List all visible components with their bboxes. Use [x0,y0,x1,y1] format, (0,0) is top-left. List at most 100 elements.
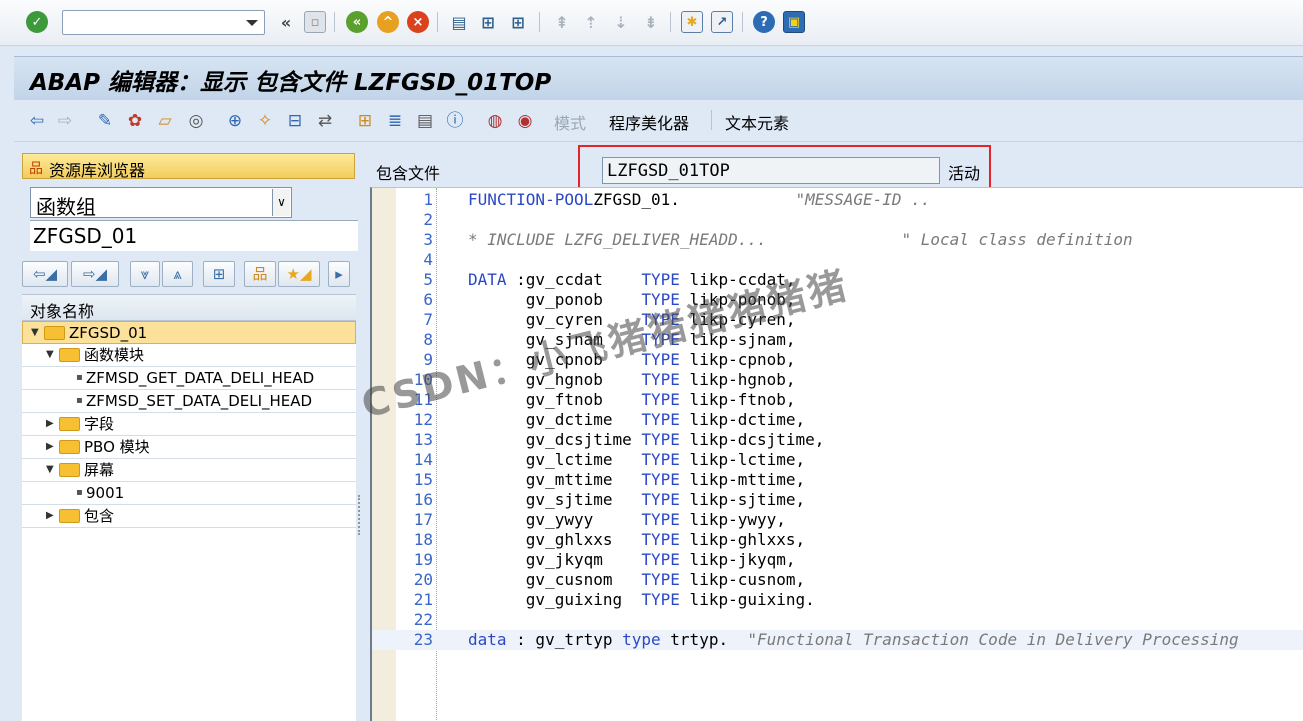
test-icon[interactable]: ⊟ [284,110,306,132]
other-object-icon[interactable]: ✿ [124,110,146,132]
list-icon[interactable]: ▤ [414,110,436,132]
code-line[interactable]: 20 gv_cusnom TYPE likp-cusnom, [372,570,1303,590]
shortcut-icon[interactable]: ↗ [711,11,733,33]
collapse-all-icon[interactable]: ⩔ [130,261,160,287]
include-label: 包含文件 [376,164,441,183]
collapse-toggle-icon[interactable]: ▼ [31,322,39,344]
customize-layout-icon[interactable]: ▣ [783,11,805,33]
tree-node[interactable]: ▪ ZFMSD_GET_DATA_DELI_HEAD [22,367,356,390]
external-breakpoint-icon[interactable]: ◉ [514,110,536,132]
breakpoint-icon[interactable]: ◍ [484,110,506,132]
code-comment: * INCLUDE LZFG_DELIVER_HEADD... " Local … [468,230,1133,249]
activate-icon[interactable]: ✧ [254,110,276,132]
first-page-icon[interactable]: ⇞ [551,11,573,33]
folder-icon [59,440,80,454]
collapse-icon[interactable]: « [275,11,297,33]
last-page-icon[interactable]: ⇟ [640,11,662,33]
stack-icon[interactable]: ≣ [384,110,406,132]
expand-toggle-icon[interactable]: ▶ [46,413,54,435]
tree-node[interactable]: ▪ ZFMSD_SET_DATA_DELI_HEAD [22,390,356,413]
find-icon[interactable]: ⊞ [203,261,235,287]
tree-node[interactable]: ▼ 屏幕 [22,459,356,482]
collapse-toggle-icon[interactable]: ▼ [46,344,54,366]
object-name-input[interactable]: ZFGSD_01 [30,220,358,251]
previous-object-button[interactable]: ⇦◢ [22,261,68,287]
prev-page-icon[interactable]: ⇡ [580,11,602,33]
code-line[interactable]: 23 data : gv_trtyp type trtyp. "Functiona… [372,630,1303,650]
expand-all-icon[interactable]: ⩓ [162,261,193,287]
code-line[interactable]: 21 gv_guixing TYPE likp-guixing. [372,590,1303,610]
splitter-handle[interactable] [358,495,362,535]
find-icon[interactable]: ⊞ [477,11,499,33]
chevron-down-icon[interactable]: ∨ [272,189,290,216]
enter-check-icon[interactable]: ✓ [26,11,48,33]
favorites-icon[interactable]: ★◢ [278,261,320,287]
collapse-toggle-icon[interactable]: ▼ [46,459,54,481]
tree-node[interactable]: ▶ PBO 模块 [22,436,356,459]
code-line[interactable]: 14 gv_lctime TYPE likp-lctime, [372,450,1303,470]
tree-node[interactable]: ▶ 包含 [22,505,356,528]
create-session-icon[interactable]: ✱ [681,11,703,33]
object-type-select[interactable]: 函数组 ∨ [30,187,292,219]
tree-node[interactable]: ▼ ZFGSD_01 [22,321,356,344]
tree-node[interactable]: ▶ 字段 [22,413,356,436]
chevron-down-icon[interactable] [246,20,258,26]
find-next-icon[interactable]: ⊞ [507,11,529,33]
code-line[interactable]: 1 FUNCTION-POOLZFGSD_01. "MESSAGE-ID .. [372,190,1303,210]
exit-icon[interactable]: ^ [377,11,399,33]
display-change-icon[interactable]: ✎ [94,110,116,132]
command-field[interactable] [62,10,265,35]
code-keyword: TYPE [641,570,680,589]
save-icon[interactable]: ▫ [304,11,326,33]
expand-toggle-icon[interactable]: ▶ [46,436,54,458]
tree-node[interactable]: ▪ 9001 [22,482,356,505]
code-line[interactable]: 4 [372,250,1303,270]
code-line[interactable]: 5 DATA :gv_ccdat TYPE likp-ccdat, [372,270,1303,290]
tree-node[interactable]: ▼ 函数模块 [22,344,356,367]
code-line[interactable]: 18 gv_ghlxxs TYPE likp-ghlxxs, [372,530,1303,550]
code-keyword: TYPE [641,350,680,369]
info-icon[interactable]: ⓘ [444,110,466,132]
next-page-icon[interactable]: ⇣ [610,11,632,33]
forward-arrow-icon[interactable]: ⇨ [54,110,76,132]
code-line[interactable]: 19 gv_jkyqm TYPE likp-jkyqm, [372,550,1303,570]
code-text: gv_ftnob TYPE likp-ftnob, [468,390,796,410]
pretty-printer-button[interactable]: 程序美化器 [609,110,689,134]
code-line[interactable]: 12 gv_dctime TYPE likp-dctime, [372,410,1303,430]
code-line[interactable]: 6 gv_ponob TYPE likp-ponob, [372,290,1303,310]
code-line[interactable]: 11 gv_ftnob TYPE likp-ftnob, [372,390,1303,410]
hierarchy-icon[interactable]: ⊞ [354,110,376,132]
code-line[interactable]: 8 gv_sjnam TYPE likp-sjnam, [372,330,1303,350]
more-icon[interactable]: ▸ [328,261,350,287]
back-arrow-icon[interactable]: ⇦ [26,110,48,132]
code-keyword: data [468,630,507,649]
code-line[interactable]: 9 gv_cpnob TYPE likp-cpnob, [372,350,1303,370]
code-line[interactable]: 22 [372,610,1303,630]
code-line[interactable]: 16 gv_sjtime TYPE likp-sjtime, [372,490,1303,510]
next-object-button[interactable]: ⇨◢ [71,261,119,287]
cancel-icon[interactable]: × [407,11,429,33]
code-text: gv_ywyy TYPE likp-ywyy, [468,510,786,530]
code-line[interactable]: 15 gv_mttime TYPE likp-mttime, [372,470,1303,490]
check-icon[interactable]: ◎ [185,110,207,132]
code-line[interactable]: 2 [372,210,1303,230]
code-line[interactable]: 17 gv_ywyy TYPE likp-ywyy, [372,510,1303,530]
help-icon[interactable]: ? [753,11,775,33]
code-line[interactable]: 7 gv_cyren TYPE likp-cyren, [372,310,1303,330]
text-elements-button[interactable]: 文本元素 [725,110,789,134]
line-number: 22 [413,610,433,629]
expand-toggle-icon[interactable]: ▶ [46,505,54,527]
navigation-icon[interactable]: ⇄ [314,110,336,132]
pattern-button[interactable]: 模式 [554,110,586,134]
code-line[interactable]: 10 gv_hgnob TYPE likp-hgnob, [372,370,1303,390]
active-inactive-icon[interactable]: ▱ [154,110,176,132]
hierarchy-up-icon[interactable]: 品 [244,261,276,287]
code-line[interactable]: 13 gv_dcsjtime TYPE likp-dcsjtime, [372,430,1303,450]
code-line[interactable]: 3 * INCLUDE LZFG_DELIVER_HEADD... " Local… [372,230,1303,250]
print-icon[interactable]: ▤ [448,11,470,33]
back-icon[interactable]: « [346,11,368,33]
where-used-icon[interactable]: ⊕ [224,110,246,132]
code-text: gv_lctime TYPE likp-lctime, [468,450,805,470]
code-editor[interactable]: 1 FUNCTION-POOLZFGSD_01. "MESSAGE-ID .. 2 3… [370,187,1303,721]
repository-browser-button[interactable]: 品资源库浏览器 [22,153,355,180]
